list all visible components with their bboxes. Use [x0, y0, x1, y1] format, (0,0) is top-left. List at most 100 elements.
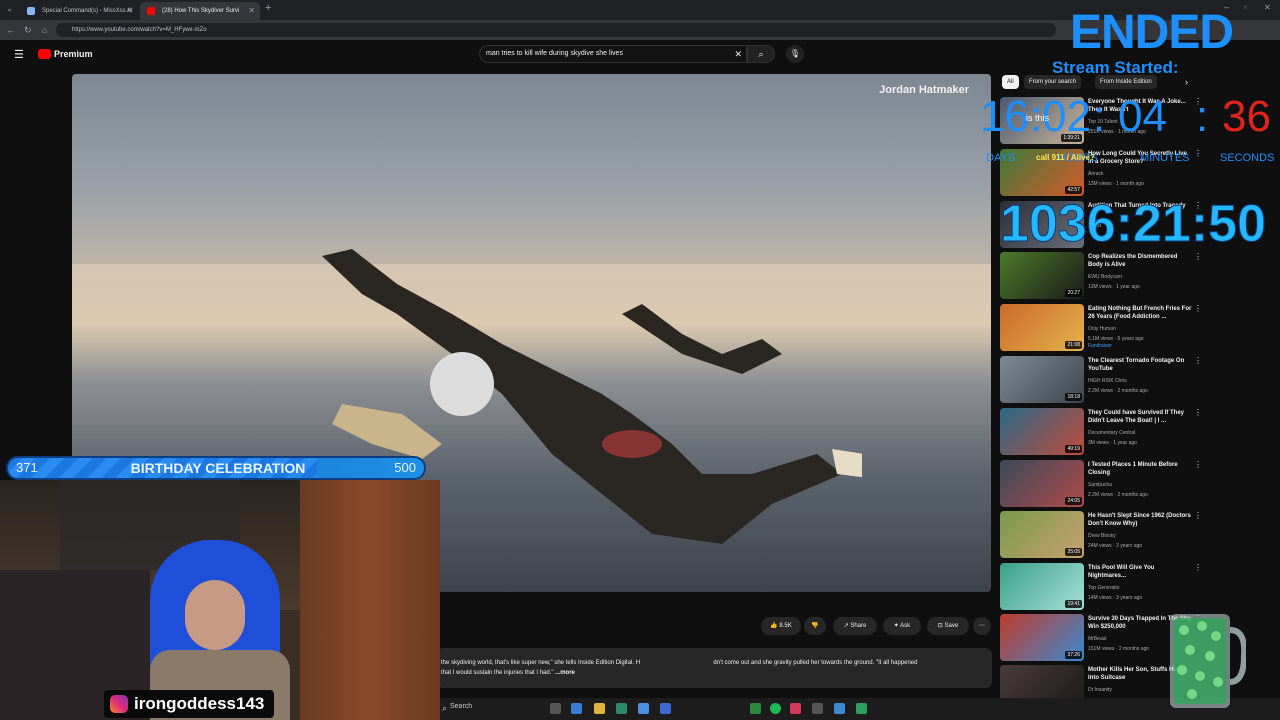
video-title[interactable]: The Clearest Tornado Footage On YouTube [1088, 357, 1192, 373]
video-title[interactable]: Cop Realizes the Dismembered Body is Ali… [1088, 253, 1192, 269]
more-options-icon[interactable]: ⋮ [1194, 408, 1202, 417]
close-window-icon[interactable]: ✕ [1264, 3, 1271, 12]
more-options-icon[interactable]: ⋮ [1194, 304, 1202, 313]
channel-name[interactable]: Airrack [1088, 171, 1104, 177]
spotify-icon[interactable] [770, 703, 781, 714]
new-tab-icon[interactable]: + [265, 2, 271, 14]
menu-icon[interactable]: ☰ [14, 48, 24, 61]
video-title[interactable]: Eating Nothing But French Fries For 26 Y… [1088, 305, 1192, 321]
maximize-icon[interactable]: ▫ [1244, 3, 1247, 12]
recommendation-item[interactable]: 21:08 Eating Nothing But French Fries For… [1000, 304, 1275, 352]
more-options-icon[interactable]: ⋮ [1194, 252, 1202, 261]
chevron-right-icon[interactable]: › [1185, 77, 1188, 87]
video-duration: 19:41 [1065, 600, 1082, 608]
countdown-label-seconds: SECONDS [1220, 152, 1275, 164]
share-button[interactable]: ↗ Share [833, 617, 877, 635]
recommendation-item[interactable]: 25:05 He Hasn't Slept Since 1962 (Doctors… [1000, 511, 1275, 559]
like-count: 8.5K [779, 623, 792, 629]
edge-icon[interactable] [616, 703, 627, 714]
channel-name[interactable]: Dr Insanity [1088, 687, 1112, 693]
channel-name[interactable]: Documentary Central [1088, 430, 1135, 436]
dislike-button[interactable]: 👎 [804, 617, 826, 635]
xbox-icon[interactable] [750, 703, 761, 714]
home-icon[interactable]: ⌂ [42, 23, 47, 37]
channel-name[interactable]: HIGH RISK Chris [1088, 378, 1127, 384]
store-icon[interactable] [638, 703, 649, 714]
stream-started-label: Stream Started: [1052, 58, 1179, 77]
tab-search-icon[interactable]: ⌄ [6, 4, 13, 13]
channel-name[interactable]: Drew Binsky [1088, 533, 1116, 539]
recommendation-item[interactable]: 49:19 They Could have Survived If They Di… [1000, 408, 1275, 456]
obs-icon[interactable] [856, 703, 867, 714]
video-thumbnail[interactable]: 19:41 [1000, 563, 1084, 610]
more-options-icon[interactable]: ⋮ [1194, 356, 1202, 365]
sparkle-icon: ✦ [893, 623, 899, 629]
video-description[interactable]: the skydiving world, that's like super n… [437, 648, 992, 688]
more-options-icon[interactable]: ⋮ [1194, 149, 1202, 158]
video-thumbnail[interactable]: 49:19 [1000, 408, 1084, 455]
task-view-icon[interactable] [550, 703, 561, 714]
voice-search-button[interactable]: 🎙 [786, 45, 804, 63]
reload-icon[interactable]: ↻ [24, 23, 32, 37]
fundraiser-badge: Fundraiser [1088, 343, 1112, 349]
video-thumbnail[interactable]: 18:18 [1000, 356, 1084, 403]
more-actions-button[interactable]: ⋯ [973, 617, 991, 635]
video-meta: 13M views · 1 year ago [1088, 284, 1140, 290]
video-title[interactable]: He Hasn't Slept Since 1962 (Doctors Don'… [1088, 512, 1192, 528]
countdown-hours: 02 [1042, 92, 1091, 141]
video-thumbnail[interactable]: 21:08 [1000, 304, 1084, 351]
url-field[interactable]: https://www.youtube.com/watch?v=M_HFywx-… [56, 23, 1056, 37]
channel-name[interactable]: EWU Bodycam [1088, 274, 1122, 280]
channel-name[interactable]: Top Generatio [1088, 585, 1119, 591]
mail-icon[interactable] [660, 703, 671, 714]
browser-tab-1[interactable]: Special Command(s) - MissXss AI ✕ [20, 2, 138, 20]
settings-icon[interactable] [812, 703, 823, 714]
more-options-icon[interactable]: ⋮ [1194, 563, 1202, 572]
save-button[interactable]: ⊡ Save [927, 617, 969, 635]
taskbar-search[interactable]: Search [450, 703, 472, 710]
recommendation-item[interactable]: 19:41 This Pool Will Give You Nightmares.… [1000, 563, 1275, 611]
app-icon[interactable] [834, 703, 845, 714]
description-more-link[interactable]: ...more [555, 670, 575, 676]
search-button[interactable]: ⌕ [747, 45, 775, 63]
youtube-logo-icon[interactable] [38, 49, 51, 59]
tab-close-icon[interactable]: ✕ [126, 2, 133, 20]
shamrock-mug-image [1170, 614, 1246, 708]
file-explorer-icon[interactable] [594, 703, 605, 714]
browser-tab-2-active[interactable]: (28) How This Skydiver Survi ✕ [140, 2, 260, 20]
like-button[interactable]: 👍 8.5K [761, 617, 801, 635]
video-thumbnail[interactable]: 24:05 [1000, 460, 1084, 507]
pin-icon[interactable] [790, 703, 801, 714]
tab-close-icon[interactable]: ✕ [248, 2, 255, 20]
channel-name[interactable]: MrBeast [1088, 636, 1107, 642]
ask-button[interactable]: ✦ Ask [883, 617, 921, 635]
video-title[interactable]: I Tested Places 1 Minute Before Closing [1088, 461, 1192, 477]
instagram-handle-badge: irongoddess143 [104, 690, 274, 718]
video-thumbnail[interactable]: 25:05 [1000, 511, 1084, 558]
more-icon: ⋯ [979, 623, 985, 629]
search-icon[interactable]: ⌕ [442, 703, 447, 714]
video-title[interactable]: This Pool Will Give You Nightmares... [1088, 564, 1192, 580]
stream-ended-label: ENDED [1070, 6, 1234, 59]
youtube-logo-text: Premium [54, 49, 93, 59]
video-thumbnail[interactable]: 20:27 [1000, 252, 1084, 299]
clear-search-icon[interactable]: ✕ [734, 46, 742, 62]
browser-icon[interactable] [571, 703, 582, 714]
thumb-overlay-text: is this [1026, 113, 1050, 123]
bookmark-icon: ⊡ [937, 623, 943, 629]
more-options-icon[interactable]: ⋮ [1194, 511, 1202, 520]
channel-name[interactable]: Sambucha [1088, 482, 1112, 488]
channel-name[interactable]: Only Human [1088, 326, 1116, 332]
recommendation-item[interactable]: 18:18 The Clearest Tornado Footage On You… [1000, 356, 1275, 404]
elapsed-timer: 1036:21:50 [1000, 195, 1267, 253]
video-title[interactable]: They Could have Survived If They Didn't … [1088, 409, 1192, 425]
recommendation-item[interactable]: 24:05 I Tested Places 1 Minute Before Clo… [1000, 460, 1275, 508]
chip-all[interactable]: All [1002, 75, 1019, 89]
back-icon[interactable]: ← [6, 23, 15, 37]
video-thumbnail[interactable]: 37:26 [1000, 614, 1084, 661]
video-duration: 37:26 [1065, 651, 1082, 659]
more-options-icon[interactable]: ⋮ [1194, 460, 1202, 469]
goal-target: 500 [394, 460, 416, 475]
search-input[interactable]: man tries to kill wife during skydive sh… [479, 45, 747, 63]
recommendation-item[interactable]: 20:27 Cop Realizes the Dismembered Body i… [1000, 252, 1275, 300]
